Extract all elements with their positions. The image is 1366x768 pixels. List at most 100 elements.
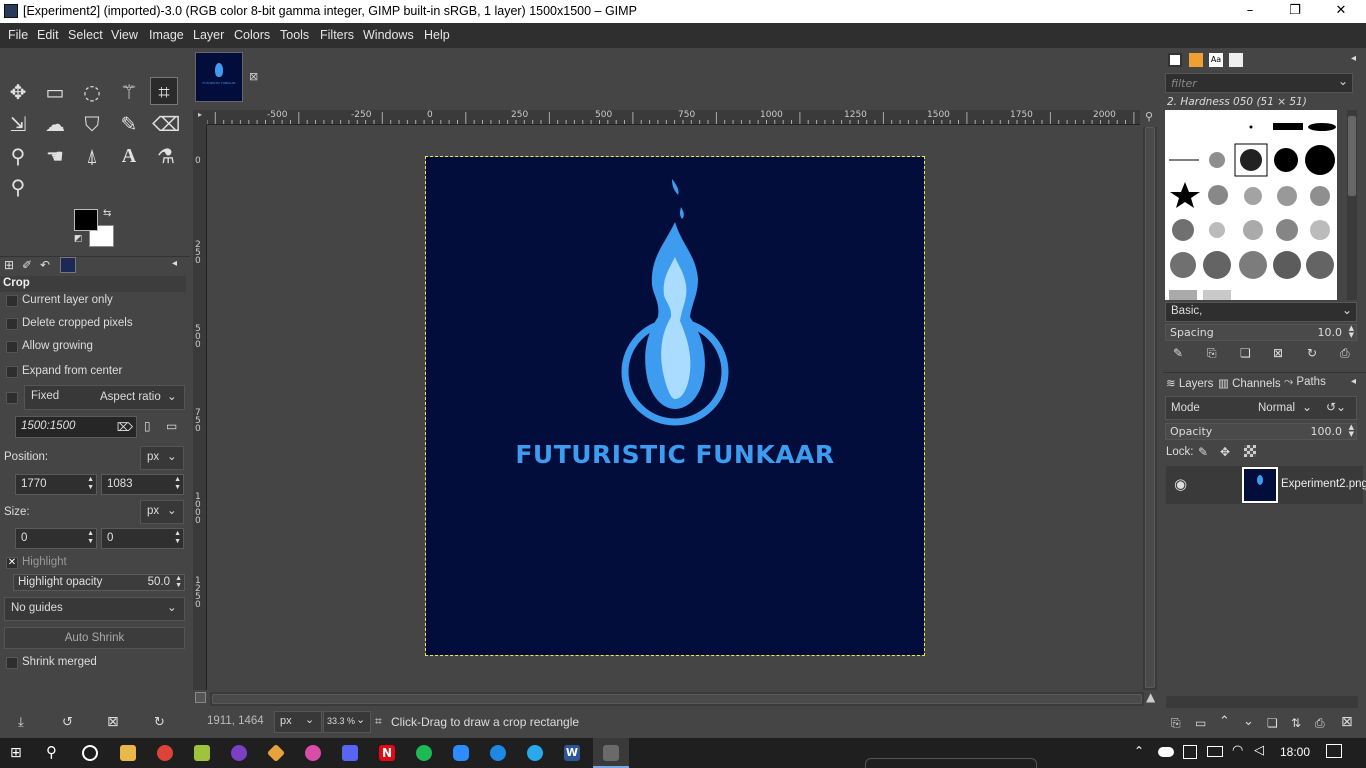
telegram-icon[interactable] (527, 745, 543, 761)
navigate-icon[interactable]: ▲ (1146, 690, 1155, 704)
chrome-icon[interactable] (157, 745, 173, 761)
spin-arrows-icon[interactable]: ▲ ▼ (87, 476, 94, 492)
zoom-icon[interactable] (453, 745, 469, 761)
unified-transform-tool-icon[interactable]: ⇲ (4, 110, 32, 138)
app-diamond-icon[interactable] (266, 743, 286, 763)
tray-app-icon[interactable] (1183, 745, 1197, 759)
menu-windows[interactable]: Windows (363, 28, 414, 42)
mask-layer-icon[interactable]: ⎙ (1315, 716, 1325, 731)
brush-grid[interactable] (1165, 110, 1337, 300)
position-unit-select[interactable]: px ⌄ (140, 446, 184, 470)
open-brush-icon[interactable]: ⎙ (1340, 346, 1350, 361)
app-blue-icon[interactable] (490, 745, 506, 761)
unit-select[interactable]: px ⌄ (274, 711, 322, 733)
duplicate-brush-icon[interactable]: ❏ (1240, 346, 1251, 360)
lock-alpha-icon[interactable] (1244, 445, 1256, 457)
discord-icon[interactable] (342, 745, 358, 761)
delete-brush-icon[interactable]: ⊠ (1273, 346, 1283, 360)
menu-layer[interactable]: Layer (193, 28, 224, 42)
task-view-icon[interactable] (82, 745, 98, 761)
highlight-opacity-slider[interactable]: Highlight opacity 50.0 ▲ ▼ (13, 574, 185, 591)
default-colors-icon[interactable]: ◩ (74, 234, 83, 244)
fixed-aspect-combo[interactable]: Fixed Aspect ratio ⌄ (24, 385, 185, 410)
shrink-merged-checkbox[interactable] (6, 657, 18, 669)
ruler-corner-icon[interactable]: ▸ (193, 110, 207, 125)
bucket-fill-tool-icon[interactable]: ⛉ (78, 110, 106, 138)
menu-filters[interactable]: Filters (320, 28, 354, 42)
allow-growing-checkbox[interactable] (6, 341, 18, 353)
paintbrush-tool-icon[interactable]: ✎ (115, 110, 143, 138)
spin-arrows-icon[interactable]: ▲ ▼ (174, 476, 181, 492)
brush-grid-scrollbar[interactable] (1347, 110, 1357, 300)
auto-shrink-button[interactable]: Auto Shrink (4, 627, 185, 649)
brush-filter-input[interactable]: filter ⌄ (1165, 73, 1353, 93)
vertical-scrollbar[interactable] (1143, 127, 1157, 690)
save-options-icon[interactable]: ⤓ (18, 715, 24, 730)
volume-icon[interactable]: ◁ (1254, 743, 1264, 758)
images-tab-icon[interactable] (60, 257, 76, 273)
lower-layer-icon[interactable]: ⌄ (1243, 714, 1254, 729)
tool-options-tab-icon[interactable]: ⊞ (4, 258, 14, 272)
horizontal-scrollbar[interactable] (210, 692, 1144, 706)
lasso-tool-icon[interactable]: ◌ (78, 78, 106, 106)
zoom-tool-icon[interactable]: ⚲ (4, 173, 32, 201)
expand-center-checkbox[interactable] (6, 366, 18, 378)
position-y-field[interactable]: 1083 ▲ ▼ (101, 474, 184, 495)
brush-scroll-thumb[interactable] (1348, 116, 1356, 196)
lock-pixels-icon[interactable]: ✎ (1198, 445, 1208, 459)
composite-mode-icon[interactable]: ↺⌄ (1326, 400, 1346, 414)
undo-history-tab-icon[interactable]: ↶ (40, 258, 50, 272)
patterns-tab-icon[interactable] (1189, 53, 1203, 67)
delete-layer-icon[interactable]: ⊠ (1341, 714, 1353, 730)
fonts-tab-icon[interactable]: Aa (1209, 53, 1223, 67)
layer-mode-select[interactable]: Mode Normal ⌄ ↺⌄ (1165, 396, 1357, 420)
layer-row[interactable]: ◉ Experiment2.png (1166, 466, 1366, 504)
app-purple-icon[interactable] (231, 745, 247, 761)
dock-menu-icon[interactable]: ◂ (172, 258, 177, 269)
fuzzy-select-tool-icon[interactable]: ⚚ (115, 78, 143, 106)
dock-menu-icon[interactable]: ◂ (1351, 376, 1356, 387)
delete-cropped-checkbox[interactable] (6, 318, 18, 330)
highlight-checkbox[interactable]: ✕ (6, 557, 18, 569)
spin-arrows-icon[interactable]: ▲ ▼ (174, 530, 181, 546)
guides-select[interactable]: No guides ⌄ (4, 597, 185, 621)
gimp-taskbar-button[interactable] (593, 738, 629, 768)
new-layer-icon[interactable]: ⎘ (1171, 716, 1181, 731)
menu-edit[interactable]: Edit (37, 28, 59, 42)
document-history-tab-icon[interactable] (1229, 53, 1243, 67)
battery-icon[interactable] (1207, 746, 1223, 757)
merge-layer-icon[interactable]: ⇅ (1291, 716, 1301, 730)
menu-tools[interactable]: Tools (280, 28, 309, 42)
menu-file[interactable]: File (8, 28, 28, 42)
restore-options-icon[interactable]: ↺ (62, 715, 73, 730)
clear-field-icon[interactable]: ⌦ (117, 420, 133, 434)
zoom-select[interactable]: 33.3 % ⌄ (323, 711, 371, 733)
layer-opacity-slider[interactable]: Opacity 100.0 ▲ ▼ (1165, 423, 1357, 440)
spin-arrows-icon[interactable]: ▲ ▼ (1349, 325, 1354, 339)
move-tool-icon[interactable]: ✥ (4, 78, 32, 106)
search-icon[interactable]: ⚲ (46, 743, 57, 761)
size-height-field[interactable]: 0 ▲ ▼ (101, 528, 184, 549)
rect-select-tool-icon[interactable]: ▭ (41, 78, 69, 106)
current-layer-only-checkbox[interactable] (6, 295, 18, 307)
new-layer-group-icon[interactable]: ▭ (1195, 716, 1206, 730)
notepad-icon[interactable] (194, 745, 210, 761)
zoom-image-icon[interactable]: ⚲ (1145, 110, 1153, 123)
paths-tool-icon[interactable]: ⍋ (78, 142, 106, 170)
restore-button[interactable]: ❐ (1272, 0, 1318, 23)
windows-start-icon[interactable]: ⊞ (10, 745, 26, 761)
duplicate-layer-icon[interactable]: ❏ (1267, 716, 1278, 730)
eraser-tool-icon[interactable]: ⌫ (152, 110, 180, 138)
horizontal-scroll-thumb[interactable] (212, 694, 1142, 704)
tab-paths[interactable]: ⤳ Paths (1284, 376, 1326, 389)
paint-icon[interactable] (305, 745, 321, 761)
portrait-icon[interactable]: ▯ (144, 419, 151, 433)
smudge-tool-icon[interactable]: ☚ (41, 142, 69, 170)
vertical-scroll-thumb[interactable] (1145, 127, 1155, 688)
close-tab-icon[interactable]: ⊠ (249, 70, 258, 83)
layers-horizontal-scrollbar[interactable] (1166, 696, 1358, 708)
file-explorer-icon[interactable] (120, 745, 136, 761)
spin-arrows-icon[interactable]: ▲ ▼ (1349, 424, 1354, 438)
layer-name[interactable]: Experiment2.png (1281, 478, 1366, 490)
crop-tool-icon[interactable]: ⌗ (150, 77, 178, 105)
